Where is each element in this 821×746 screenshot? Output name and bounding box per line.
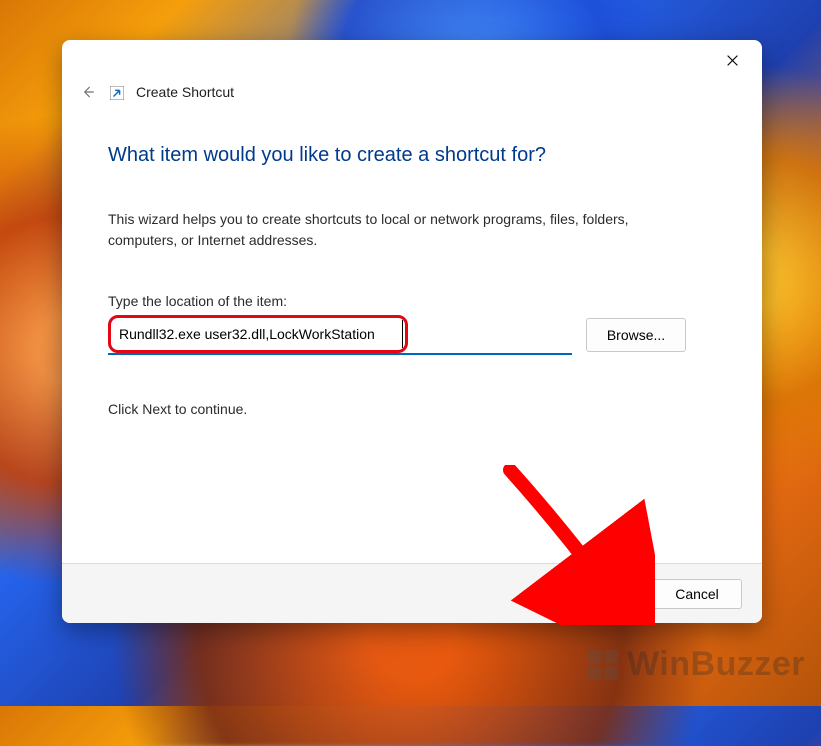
- browse-button[interactable]: Browse...: [586, 318, 686, 352]
- location-label: Type the location of the item:: [108, 293, 716, 309]
- next-button[interactable]: Next: [552, 579, 642, 609]
- watermark: WinBuzzer: [585, 645, 805, 684]
- wizard-description: This wizard helps you to create shortcut…: [108, 209, 668, 251]
- back-arrow-icon: [80, 84, 96, 100]
- watermark-logo-icon: [585, 647, 621, 683]
- close-button[interactable]: [716, 44, 748, 76]
- watermark-text: WinBuzzer: [627, 645, 805, 684]
- wizard-heading: What item would you like to create a sho…: [108, 144, 716, 167]
- cancel-button[interactable]: Cancel: [652, 579, 742, 609]
- create-shortcut-dialog: Create Shortcut What item would you like…: [62, 40, 762, 623]
- location-input[interactable]: [113, 320, 403, 348]
- input-focus-underline: [108, 353, 572, 355]
- dialog-footer: Next Cancel: [62, 563, 762, 623]
- tutorial-highlight-box: [108, 315, 408, 353]
- continue-hint: Click Next to continue.: [108, 401, 716, 417]
- back-button[interactable]: [76, 80, 100, 104]
- dialog-title: Create Shortcut: [136, 84, 234, 100]
- close-icon: [726, 54, 739, 67]
- shortcut-overlay-icon: [110, 84, 126, 100]
